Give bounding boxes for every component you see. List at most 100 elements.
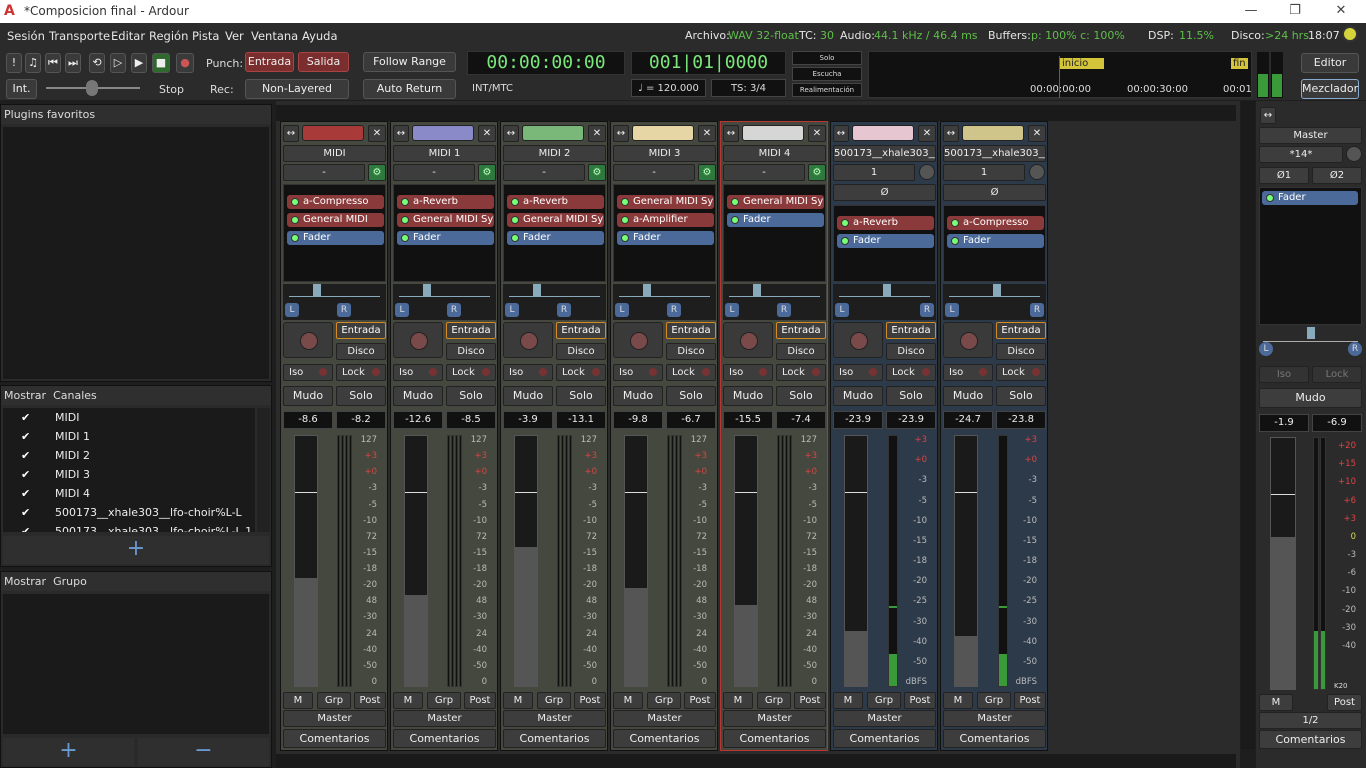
gain-fader[interactable]: [734, 435, 758, 687]
comments-button[interactable]: Comentarios: [943, 729, 1046, 748]
non-layered-button[interactable]: Non-Layered: [245, 79, 349, 99]
processor-plugin[interactable]: Fader: [617, 231, 714, 245]
master-comments-button[interactable]: Comentarios: [1259, 730, 1362, 749]
strip-input-button[interactable]: -: [503, 164, 585, 181]
strip-input-button[interactable]: -: [393, 164, 475, 181]
group-button[interactable]: Grp: [317, 692, 351, 709]
output-button[interactable]: Master: [393, 710, 496, 727]
strip-width-icon[interactable]: ↔: [943, 125, 959, 142]
follow-range-button[interactable]: Follow Range: [363, 52, 456, 72]
record-arm-button[interactable]: [833, 322, 883, 358]
strip-width-icon[interactable]: ↔: [723, 125, 739, 142]
int-button[interactable]: Int.: [6, 79, 37, 99]
primary-clock[interactable]: 00:00:00:00: [467, 51, 625, 75]
monitor-disk-button[interactable]: Disco: [996, 343, 1046, 360]
solo-monitor-button[interactable]: Solo: [792, 51, 862, 65]
marker-fin[interactable]: fin: [1231, 58, 1248, 69]
processor-plugin[interactable]: Fader: [287, 231, 384, 245]
peak-display[interactable]: -7.4: [776, 411, 826, 429]
record-arm-button[interactable]: [723, 322, 773, 358]
processor-plugin[interactable]: General MIDI Syn: [397, 213, 494, 227]
master-lock-button[interactable]: Lock: [1312, 366, 1362, 383]
gain-fader[interactable]: [624, 435, 648, 687]
master-mute-button[interactable]: Mudo: [1259, 388, 1362, 408]
gain-display[interactable]: -23.9: [833, 411, 883, 429]
solo-lock-button[interactable]: Lock: [776, 364, 826, 381]
plugin-active-led[interactable]: [951, 237, 959, 245]
mute-button[interactable]: Mudo: [833, 386, 883, 406]
mixer-bottom-scrollbar[interactable]: [276, 754, 1236, 768]
group-button[interactable]: Grp: [427, 692, 461, 709]
goto-start-icon[interactable]: ⏮: [45, 53, 61, 73]
play-icon[interactable]: ▶: [131, 53, 147, 73]
solo-isolate-button[interactable]: Iso: [833, 364, 883, 381]
processor-plugin[interactable]: a-Amplifier: [617, 213, 714, 227]
strip-width-icon[interactable]: ↔: [833, 125, 849, 142]
plugin-active-led[interactable]: [731, 216, 739, 224]
loop-icon[interactable]: ⟲: [89, 53, 105, 73]
master-trim-knob[interactable]: [1346, 146, 1362, 162]
master-fader-plugin[interactable]: Fader: [1262, 191, 1358, 205]
master-fader[interactable]: [1270, 437, 1296, 690]
channel-visible-check-icon[interactable]: ✔: [21, 522, 30, 532]
master-phase-1-button[interactable]: Ø1: [1259, 167, 1309, 184]
mute-button[interactable]: Mudo: [943, 386, 993, 406]
meter-point-button[interactable]: M: [833, 692, 863, 709]
solo-isolate-button[interactable]: Iso: [613, 364, 663, 381]
gain-display[interactable]: -15.5: [723, 411, 773, 429]
plugin-active-led[interactable]: [841, 219, 849, 227]
solo-button[interactable]: Solo: [666, 386, 716, 406]
play-range-icon[interactable]: ▷: [110, 53, 126, 73]
secondary-clock[interactable]: 001|01|0000: [631, 51, 786, 75]
processor-plugin[interactable]: General MIDI Syn: [617, 195, 714, 209]
record-icon[interactable]: ●: [176, 53, 194, 73]
master-meter-point-button[interactable]: M: [1259, 694, 1293, 711]
strip-close-icon[interactable]: ✕: [698, 125, 716, 142]
channel-visible-check-icon[interactable]: ✔: [21, 427, 30, 446]
solo-lock-button[interactable]: Lock: [336, 364, 386, 381]
meter-post-button[interactable]: Post: [684, 692, 716, 709]
mute-button[interactable]: Mudo: [503, 386, 553, 406]
channel-row[interactable]: ✔ MIDI 3: [3, 465, 255, 484]
channel-row[interactable]: ✔ MIDI 1: [3, 427, 255, 446]
meter-point-button[interactable]: M: [613, 692, 643, 709]
gain-fader[interactable]: [294, 435, 318, 687]
strip-name-button[interactable]: 500173__xhale303__lf...: [943, 145, 1046, 162]
menu-pista[interactable]: Pista: [192, 29, 219, 43]
solo-lock-button[interactable]: Lock: [446, 364, 496, 381]
channel-row[interactable]: ✔ 500173__xhale303__lfo-choir%L-L: [3, 503, 255, 522]
gain-display[interactable]: -9.8: [613, 411, 663, 429]
strip-name-button[interactable]: 500173__xhale303__lf...: [833, 145, 936, 162]
gain-fader[interactable]: [844, 435, 868, 687]
trim-knob[interactable]: [1029, 164, 1045, 180]
strip-name-button[interactable]: MIDI: [283, 145, 386, 162]
phase-invert-button[interactable]: Ø: [833, 184, 936, 201]
processor-box[interactable]: General MIDI Syn Fader: [723, 184, 826, 282]
tempo-display[interactable]: ♩ = 120.000: [631, 79, 706, 97]
group-button[interactable]: Grp: [647, 692, 681, 709]
mixer-top-scrollbar[interactable]: [276, 105, 1236, 121]
meter-post-button[interactable]: Post: [354, 692, 386, 709]
menu-ventana[interactable]: Ventana: [251, 29, 298, 43]
comments-button[interactable]: Comentarios: [833, 729, 936, 748]
timesig-display[interactable]: TS: 3/4: [711, 79, 786, 97]
marker-inicio[interactable]: inicio: [1059, 58, 1105, 69]
plugin-active-led[interactable]: [841, 237, 849, 245]
meter-post-button[interactable]: Post: [574, 692, 606, 709]
strip-color-button[interactable]: [412, 125, 474, 141]
strip-close-icon[interactable]: ✕: [918, 125, 936, 142]
plugin-active-led[interactable]: [401, 198, 409, 206]
output-button[interactable]: Master: [613, 710, 716, 727]
menu-editar[interactable]: Editar: [111, 29, 145, 43]
solo-isolate-button[interactable]: Iso: [723, 364, 773, 381]
record-arm-button[interactable]: [393, 322, 443, 358]
plugin-active-led[interactable]: [621, 216, 629, 224]
midi-input-enable-icon[interactable]: ⚙: [808, 164, 826, 181]
menu-sesion[interactable]: Sesión: [7, 29, 45, 43]
gain-fader[interactable]: [514, 435, 538, 687]
processor-plugin[interactable]: General MIDI: [287, 213, 384, 227]
solo-button[interactable]: Solo: [886, 386, 936, 406]
channels-list[interactable]: ✔ MIDI ✔ MIDI 1 ✔ MIDI 2 ✔ MIDI 3 ✔ MIDI 4 ✔ 500173…: [3, 408, 255, 532]
plugin-active-led[interactable]: [731, 198, 739, 206]
record-arm-button[interactable]: [283, 322, 333, 358]
